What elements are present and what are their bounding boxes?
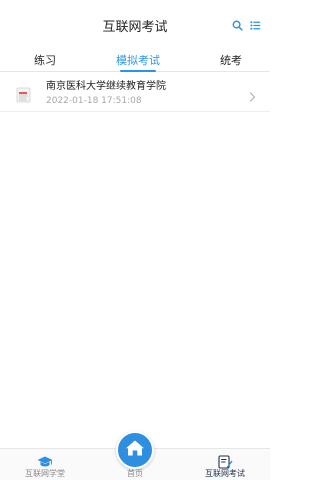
document-icon xyxy=(14,85,34,105)
home-icon xyxy=(125,439,145,461)
nav-label: 互联网考试 xyxy=(205,469,245,478)
item-title: 南京医科大学继续教育学院 xyxy=(46,81,166,92)
list-menu-icon[interactable] xyxy=(248,18,262,32)
item-timestamp: 2022-01-18 17:51:08 xyxy=(46,96,142,106)
page-title: 互联网考试 xyxy=(102,19,168,35)
nav-item-internet-exam[interactable]: 互联网考试 xyxy=(180,449,270,480)
search-icon[interactable] xyxy=(230,18,244,32)
nav-label: 首页 xyxy=(127,469,143,478)
tab-mock-exam[interactable]: 模拟考试 xyxy=(116,50,160,72)
nav-label: 互联网学堂 xyxy=(25,469,65,478)
tab-practice[interactable]: 练习 xyxy=(34,50,56,72)
list-item[interactable]: 南京医科大学继续教育学院 2022-01-18 17:51:08 xyxy=(0,76,270,112)
nav-item-internet-classroom[interactable]: 互联网学堂 xyxy=(0,449,90,480)
exam-edit-icon xyxy=(217,454,233,469)
top-bar: 互联网考试 xyxy=(0,0,270,50)
graduation-cap-icon xyxy=(37,454,53,468)
chevron-right-icon xyxy=(248,88,256,102)
home-button[interactable] xyxy=(116,431,154,469)
header-actions xyxy=(230,18,262,32)
tab-bar: 练习 模拟考试 统考 xyxy=(0,50,270,72)
exam-list: 南京医科大学继续教育学院 2022-01-18 17:51:08 xyxy=(0,76,270,112)
tab-unified-exam[interactable]: 统考 xyxy=(220,50,242,72)
